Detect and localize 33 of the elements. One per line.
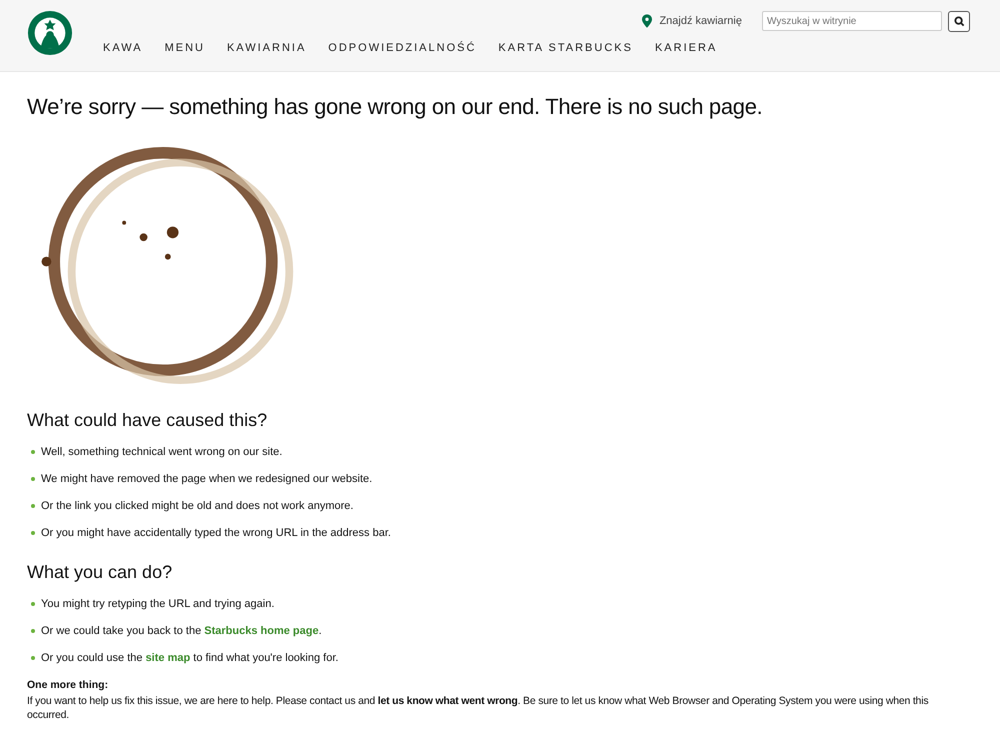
nav-link[interactable]: ODPOWIEDZIALNOŚĆ (328, 42, 476, 54)
map-pin-icon (642, 14, 652, 28)
footer-heading: One more thing: (27, 679, 110, 691)
bullet-icon (31, 476, 35, 480)
list-item-text: We might have removed the page when we redesigned our website. (41, 472, 372, 484)
nav-link[interactable]: MENU (164, 42, 205, 54)
bullet-icon (31, 530, 35, 534)
list-item-text: Or you might have accidentally typed the wrong URL in the address bar. (41, 526, 391, 538)
nav-link[interactable]: KARIERA (654, 42, 718, 54)
logo-icon[interactable] (27, 10, 73, 56)
footer-text: If you want to help us fix this issue, we are here to help. Please contact us and let us know what went wrong. Be sure to let us know what Web Browser and Operating System you were using when this occurred. (27, 695, 930, 722)
section-heading: What could have caused this? (27, 410, 268, 431)
bullet-icon (31, 628, 35, 632)
section-heading: What you can do? (27, 562, 174, 583)
nav-link[interactable]: KAWIARNIA (226, 42, 306, 54)
search-icon (954, 16, 964, 26)
list-item-text: You might try retyping the URL and trying again. (41, 598, 274, 610)
page-title: We’re sorry — something has gone wrong on our end. There is no such page. (27, 94, 764, 120)
search-button[interactable] (948, 10, 970, 32)
text-link[interactable]: site map (146, 652, 190, 664)
bullet-icon (31, 450, 35, 454)
list-item-text: Or the link you clicked might be old and does not work anymore. (41, 500, 354, 512)
search-field[interactable]: Wyszukaj w witrynie (762, 11, 942, 31)
text-link[interactable]: Starbucks home page (204, 624, 319, 636)
list-item-text: Or you could use the site map to find what you're looking for. (41, 652, 338, 664)
bullet-icon (31, 602, 35, 606)
list-item-text: Well, something technical went wrong on our site. (41, 446, 282, 458)
store-locator-link[interactable]: Znajdź kawiarnię (642, 14, 742, 28)
bullet-icon (31, 656, 35, 660)
nav-link[interactable]: KARTA STARBUCKS (498, 42, 633, 54)
bullet-icon (31, 504, 35, 508)
nav-link[interactable]: KAWA (103, 42, 143, 54)
list-item-text: Or we could take you back to the Starbucks home page. (41, 624, 322, 636)
